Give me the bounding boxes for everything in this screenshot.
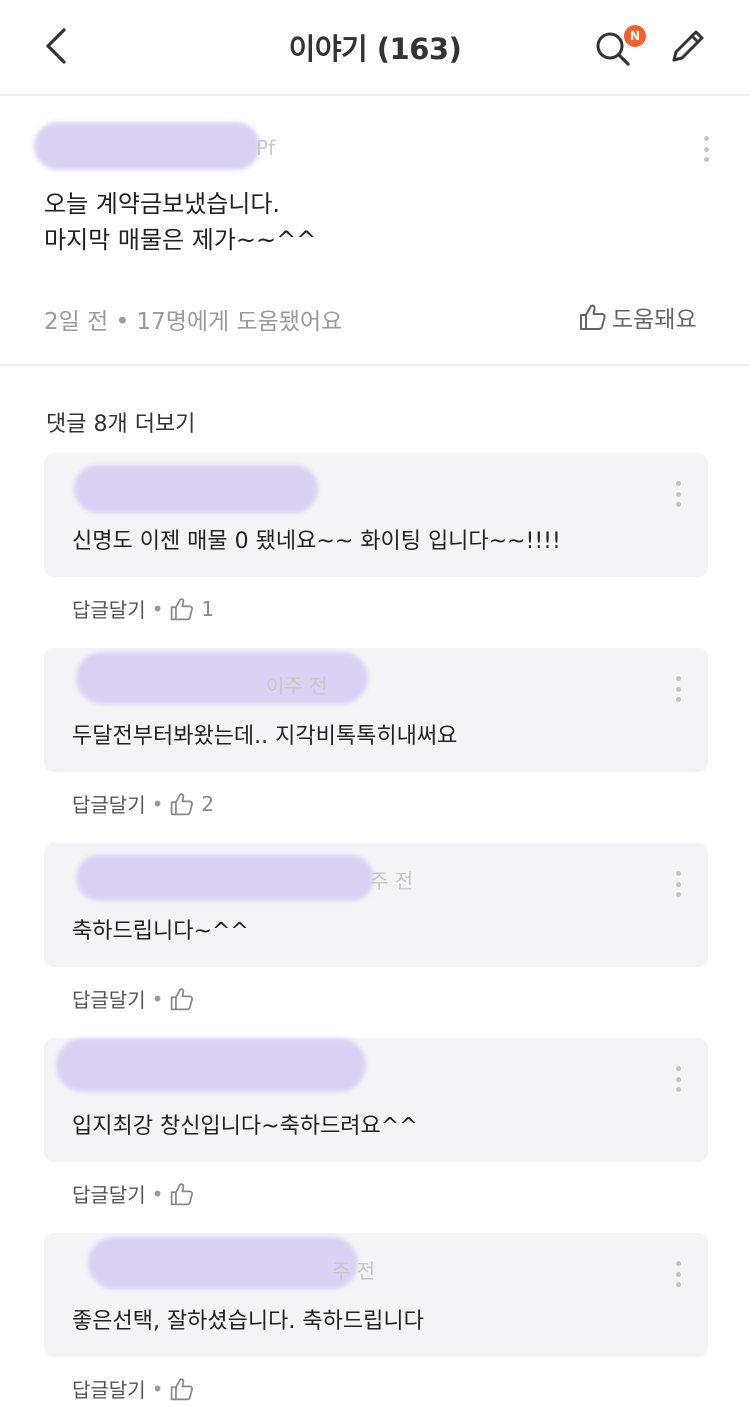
reply-button[interactable]: 답글달기 (72, 594, 146, 623)
post-meta: 2일 전 • 17명에게 도움됐어요 (44, 309, 343, 335)
comment-author-redaction (76, 855, 374, 901)
comment-card: 주 전 좋은선택, 잘하셨습니다. 축하드립니다 (44, 1233, 708, 1357)
comment-text: 신명도 이젠 매물 0 됐네요~~ 화이팅 입니다~~!!!! (72, 529, 561, 554)
reply-button[interactable]: 답글달기 (72, 1374, 146, 1403)
post-more-icon[interactable] (696, 134, 716, 164)
comment-text: 축하드립니다~^^ (72, 919, 249, 944)
like-count: 2 (201, 791, 215, 816)
comment-meta: 주 전 (370, 869, 414, 893)
comment-text: 좋은선택, 잘하셨습니다. 축하드립니다 (72, 1309, 424, 1334)
reply-button[interactable]: 답글달기 (72, 789, 146, 818)
comment-card: 주 전 축하드립니다~^^ (44, 843, 708, 967)
comment-actions: 답글달기 • 1 (72, 594, 214, 623)
comment-text: 입지최강 창신입니다~축하드려요^^ (72, 1114, 418, 1139)
comment-card: 이주 전 두달전부터봐왔는데.. 지각비톡톡히내써요 (44, 648, 708, 772)
post-author-tail: Pf (256, 136, 276, 160)
write-button[interactable] (666, 24, 710, 68)
comment-more-icon[interactable] (668, 674, 688, 704)
comment-more-icon[interactable] (668, 1064, 688, 1094)
comment-more-icon[interactable] (668, 479, 688, 509)
thumbs-up-icon[interactable] (169, 1376, 195, 1402)
comment-author-redaction (88, 1237, 358, 1289)
like-count: 1 (201, 596, 215, 621)
notification-badge: N (624, 25, 646, 47)
separator-dot: • (151, 791, 164, 816)
post-body: 오늘 계약금보냈습니다. 마지막 매물은 제가~~^^ (44, 186, 316, 258)
thumbs-up-icon[interactable] (169, 791, 195, 817)
comment-text: 두달전부터봐왔는데.. 지각비톡톡히내써요 (72, 724, 458, 749)
separator-dot: • (151, 1376, 164, 1401)
comment-actions: 답글달기 • (72, 1374, 201, 1403)
comment-actions: 답글달기 • (72, 1179, 201, 1208)
author-redaction (34, 122, 260, 170)
comment-actions: 답글달기 • 2 (72, 789, 214, 818)
comment-author-redaction (74, 465, 318, 513)
comment-more-icon[interactable] (668, 869, 688, 899)
thumbs-up-icon[interactable] (169, 986, 195, 1012)
comment-more-icon[interactable] (668, 1259, 688, 1289)
separator-dot: • (151, 596, 164, 621)
comment-meta: 이주 전 (266, 674, 328, 698)
reply-button[interactable]: 답글달기 (72, 984, 146, 1013)
thumbs-up-icon[interactable] (169, 1181, 195, 1207)
post-body-line: 마지막 매물은 제가~~^^ (44, 226, 317, 254)
comments-more-link[interactable]: 댓글 8개 더보기 (46, 406, 195, 438)
comment-actions: 답글달기 • (72, 984, 201, 1013)
comment-card: 신명도 이젠 매물 0 됐네요~~ 화이팅 입니다~~!!!! (44, 453, 708, 577)
post-body-line: 오늘 계약금보냈습니다. (44, 190, 281, 218)
helpful-button[interactable]: 도움돼요 (578, 300, 697, 334)
thumbs-up-icon[interactable] (169, 596, 195, 622)
comment-card: 입지최강 창신입니다~축하드려요^^ (44, 1038, 708, 1162)
post-card: Pf 오늘 계약금보냈습니다. 마지막 매물은 제가~~^^ 2일 전 • 17… (0, 98, 750, 366)
reply-button[interactable]: 답글달기 (72, 1179, 146, 1208)
thumbs-up-icon (580, 304, 606, 330)
separator-dot: • (151, 986, 164, 1011)
separator-dot: • (151, 1181, 164, 1206)
app-header: 이야기 (163) N (0, 0, 750, 96)
comment-meta: 주 전 (332, 1259, 376, 1283)
comment-author-redaction (56, 1038, 366, 1092)
helpful-label: 도움돼요 (612, 307, 697, 333)
pencil-icon (672, 30, 704, 62)
